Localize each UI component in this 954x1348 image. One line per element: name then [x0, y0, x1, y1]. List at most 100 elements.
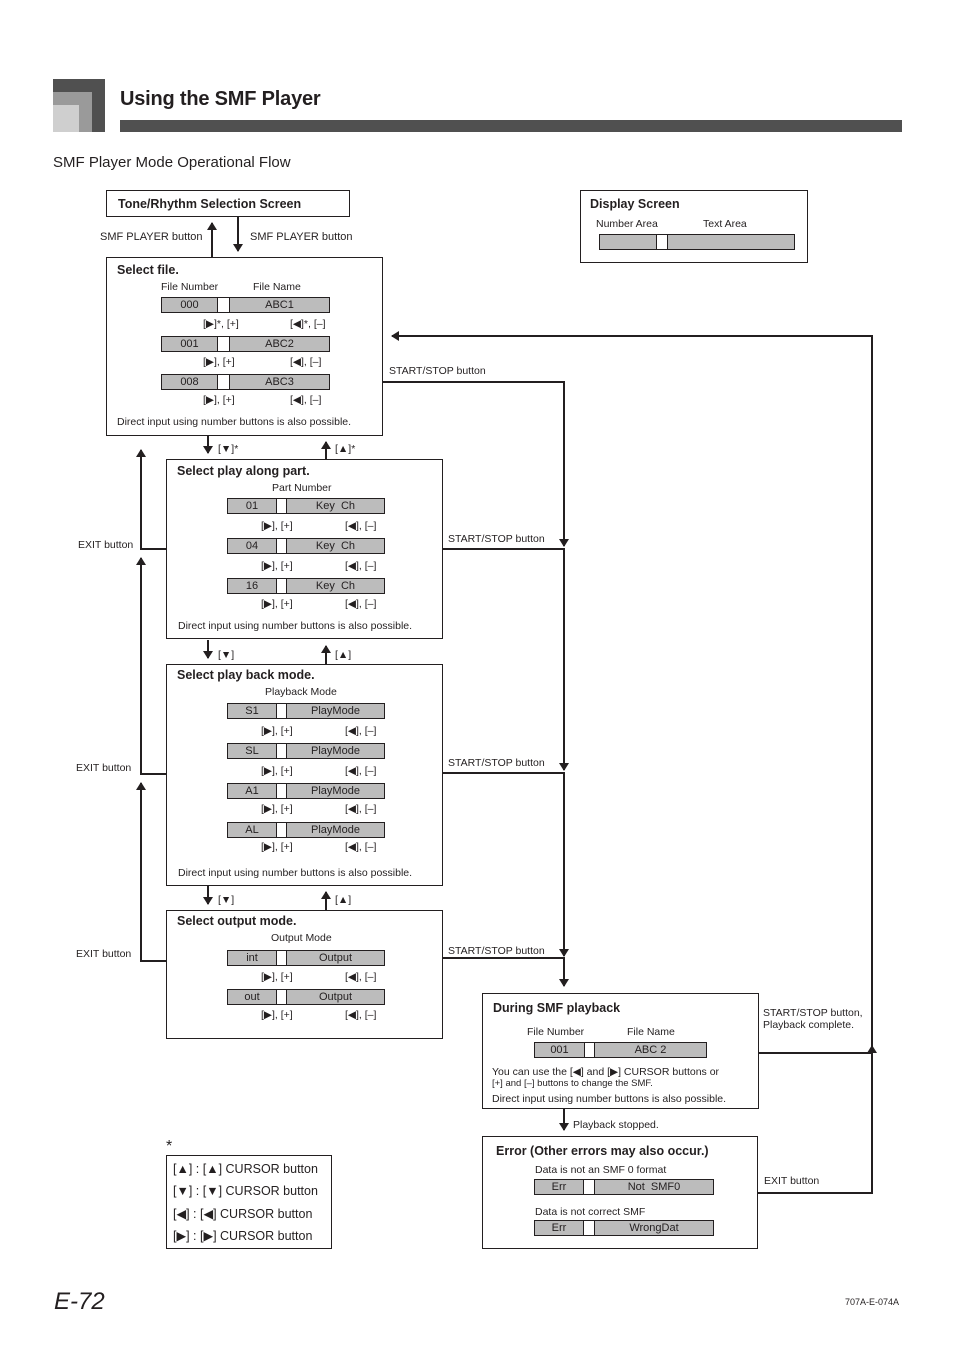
file-row-1[interactable]: 001 ABC2	[161, 336, 330, 352]
part-down-label-2: [▶], [+]	[261, 598, 293, 610]
part-number-label: Part Number	[272, 482, 332, 494]
playback-file-number-label: File Number	[527, 1026, 585, 1038]
playback-title: During SMF playback	[493, 1001, 621, 1015]
mode-up-label-3: [◀], [–]	[345, 841, 377, 853]
mode-down-label-1: [▶], [+]	[261, 765, 293, 777]
legend-row-left: [◀] : [◀] CURSOR button	[173, 1207, 313, 1221]
playback-lcd: 001 ABC 2	[534, 1042, 707, 1058]
startstop-complete-label-1: START/STOP button,	[763, 1007, 863, 1019]
lcd-text-area	[667, 234, 795, 250]
file-up-label-1: [◀], [–]	[290, 356, 322, 368]
exit-part-to-file	[136, 449, 166, 550]
part-down-label-0: [▶], [+]	[261, 520, 293, 532]
number-area-label: Number Area	[596, 218, 658, 230]
playback-file-name-label: File Name	[627, 1026, 675, 1038]
smf-player-button-label-left: SMF PLAYER button	[100, 231, 203, 243]
legend-row-down: [▼] : [▼] CURSOR button	[173, 1184, 318, 1198]
output-row-1[interactable]: out Output	[227, 989, 385, 1005]
part-row-1[interactable]: 04 Key Ch	[227, 538, 385, 554]
output-down-label-1: [▶], [+]	[261, 1009, 293, 1021]
mode-row-0[interactable]: S1 PlayMode	[227, 703, 385, 719]
playback-note-2: Direct input using number buttons is als…	[492, 1093, 727, 1105]
smf-player-button-label-right: SMF PLAYER button	[250, 231, 353, 243]
part-row-0[interactable]: 01 Key Ch	[227, 498, 385, 514]
select-playback-mode-box: Select play back mode. Playback Mode Dir…	[166, 664, 443, 886]
startstop-output	[443, 957, 569, 987]
part-up-label-1: [◀], [–]	[345, 560, 377, 572]
mode-row-2[interactable]: A1 PlayMode	[227, 783, 385, 799]
text-area-label: Text Area	[703, 218, 747, 230]
legend-asterisk: *	[166, 1138, 173, 1155]
document-code: 707A-E-074A	[845, 1297, 900, 1307]
file-up-label-2: [◀], [–]	[290, 394, 322, 406]
startstop-label-part: START/STOP button	[448, 533, 545, 545]
file-to-part-down-label: [▼]*	[218, 443, 239, 455]
playback-stopped-label: Playback stopped.	[573, 1119, 659, 1131]
mode-row-3[interactable]: AL PlayMode	[227, 822, 385, 838]
legend-row-up: [▲] : [▲] CURSOR button	[173, 1162, 318, 1176]
startstop-label-file: START/STOP button	[389, 365, 486, 377]
tone-rhythm-screen-box: Tone/Rhythm Selection Screen	[106, 190, 350, 217]
page-number: E-72	[54, 1288, 105, 1315]
error-caption-1: Data is not correct SMF	[535, 1206, 646, 1218]
file-down-label-1: [▶], [+]	[203, 356, 235, 368]
lcd-number-area	[599, 234, 657, 250]
mode-up-label-0: [◀], [–]	[345, 725, 377, 737]
select-output-mode-box: Select output mode. Output Mode	[166, 910, 443, 1039]
display-screen-lcd	[599, 234, 795, 250]
cursor-legend-box: [▲] : [▲] CURSOR button [▼] : [▼] CURSOR…	[166, 1155, 332, 1249]
startstop-part	[443, 548, 569, 771]
mode-up-label-1: [◀], [–]	[345, 765, 377, 777]
output-up-label-1: [◀], [–]	[345, 1009, 377, 1021]
exit-output-to-mode	[140, 880, 166, 962]
part-up-label-2: [◀], [–]	[345, 598, 377, 610]
select-part-title: Select play along part.	[177, 464, 310, 478]
part-to-mode-down-label: [▼]	[218, 649, 235, 661]
mode-up-label-2: [◀], [–]	[345, 803, 377, 815]
file-row-2[interactable]: 008 ABC3	[161, 374, 330, 390]
mode-to-output-up-label: [▲]	[335, 894, 352, 906]
exit-label-part: EXIT button	[78, 539, 134, 551]
exit-mode-to-part	[140, 650, 166, 775]
file-name-label: File Name	[253, 281, 301, 293]
part-row-2[interactable]: 16 Key Ch	[227, 578, 385, 594]
output-mode-label: Output Mode	[271, 932, 332, 944]
mode-down-label-0: [▶], [+]	[261, 725, 293, 737]
mode-down-label-2: [▶], [+]	[261, 803, 293, 815]
part-down-label-1: [▶], [+]	[261, 560, 293, 572]
part-to-mode-up-label: [▲]	[335, 649, 352, 661]
select-mode-note: Direct input using number buttons is als…	[178, 867, 413, 879]
mode-row-1[interactable]: SL PlayMode	[227, 743, 385, 759]
display-screen-title: Display Screen	[590, 197, 680, 211]
error-title: Error (Other errors may also occur.)	[496, 1144, 709, 1158]
exit-label-output: EXIT button	[76, 948, 132, 960]
file-number-label: File Number	[161, 281, 219, 293]
select-output-title: Select output mode.	[177, 914, 297, 928]
file-down-label-2: [▶], [+]	[203, 394, 235, 406]
playback-note-1b: [+] and [–] buttons to change the SMF.	[492, 1078, 653, 1089]
error-lcd-1: Err WrongDat	[534, 1220, 714, 1236]
exit-label-error: EXIT button	[764, 1175, 820, 1187]
select-file-title: Select file.	[117, 263, 179, 277]
select-mode-title: Select play back mode.	[177, 668, 315, 682]
mode-down-label-3: [▶], [+]	[261, 841, 293, 853]
tone-rhythm-title: Tone/Rhythm Selection Screen	[118, 197, 302, 211]
playback-note-1: You can use the [◀] and [▶] CURSOR butto…	[492, 1066, 720, 1078]
error-caption-0: Data is not an SMF 0 format	[535, 1164, 667, 1176]
legend-row-right: [▶] : [▶] CURSOR button	[173, 1229, 313, 1243]
output-down-label-0: [▶], [+]	[261, 971, 293, 983]
startstop-label-output: START/STOP button	[448, 945, 545, 957]
error-lcd-0: Err Not SMF0	[534, 1179, 714, 1195]
file-up-label-0: [◀]*, [–]	[290, 318, 326, 330]
select-part-note: Direct input using number buttons is als…	[178, 620, 413, 632]
exit-label-mode: EXIT button	[76, 762, 132, 774]
startstop-label-mode: START/STOP button	[448, 757, 545, 769]
output-up-label-0: [◀], [–]	[345, 971, 377, 983]
startstop-mode	[443, 772, 569, 957]
output-row-0[interactable]: int Output	[227, 950, 385, 966]
exit-error	[757, 1045, 877, 1194]
select-file-note: Direct input using number buttons is als…	[117, 416, 352, 428]
display-screen-box: Display Screen Number Area Text Area	[580, 190, 808, 263]
file-row-0[interactable]: 000 ABC1	[161, 297, 330, 313]
mode-to-output-down-label: [▼]	[218, 894, 235, 906]
